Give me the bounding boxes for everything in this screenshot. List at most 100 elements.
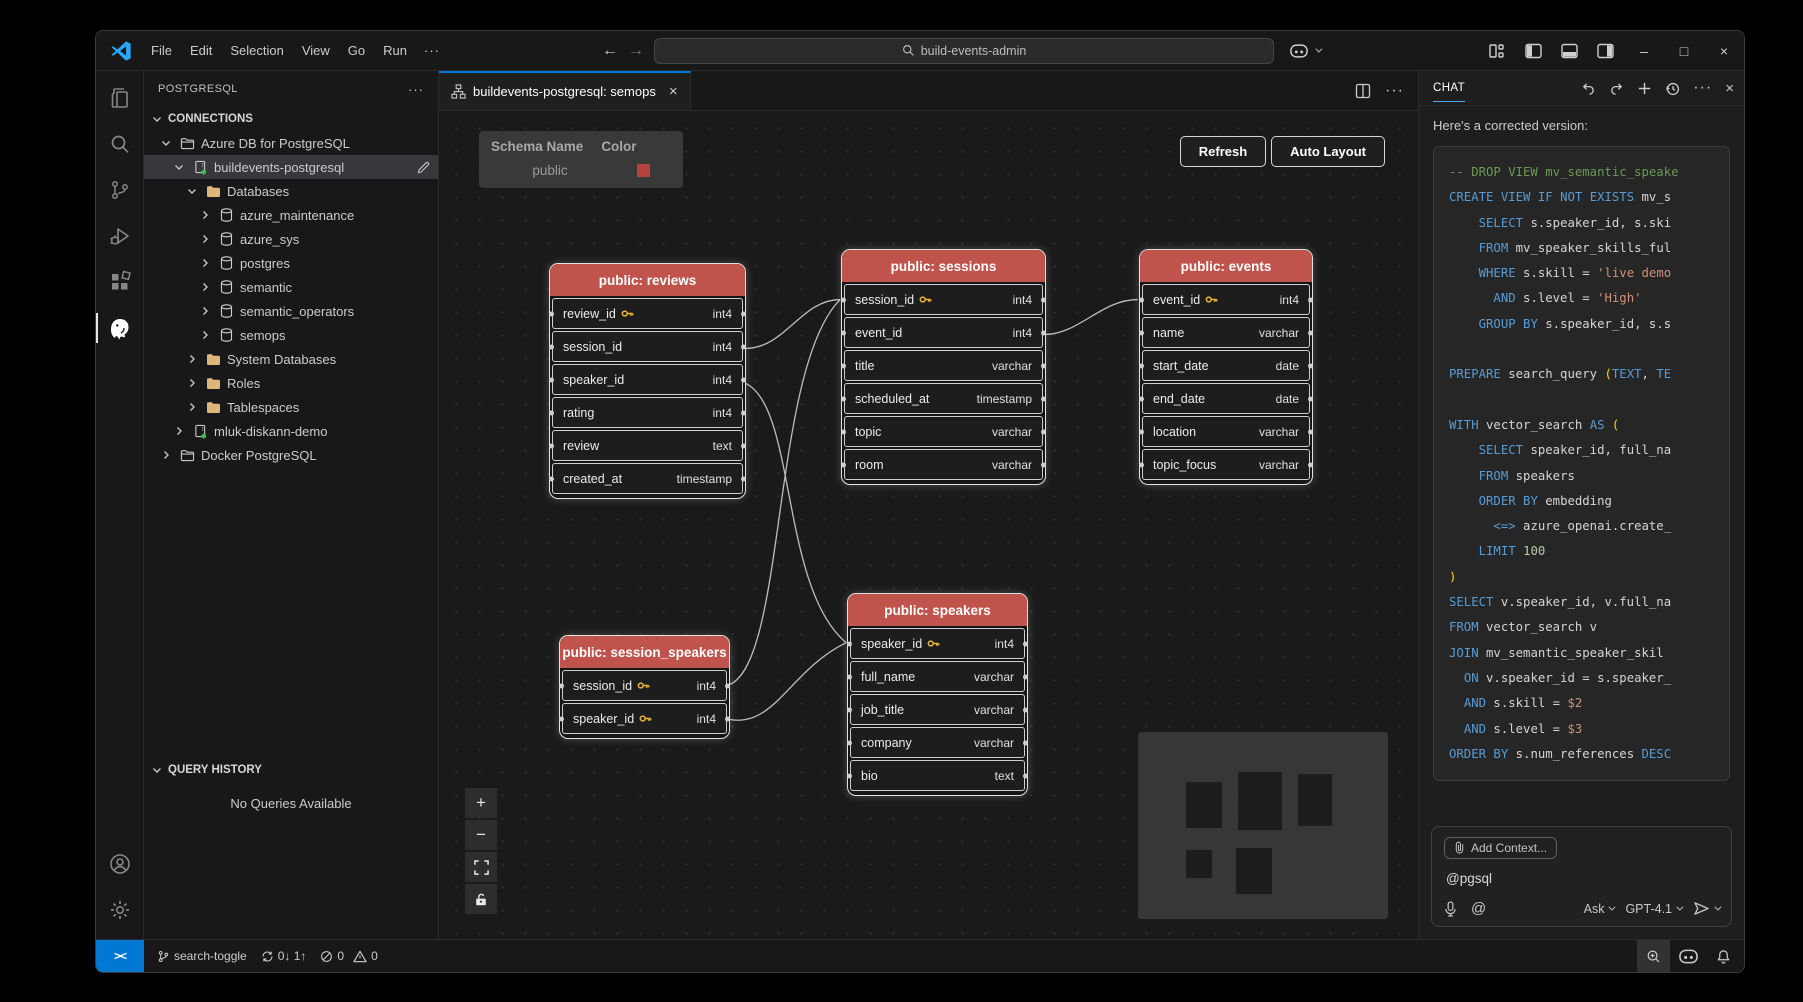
copilot-status-icon[interactable]: [1670, 940, 1707, 972]
table-field-row: session_idint4: [844, 284, 1043, 315]
diagram-table-public-speakers[interactable]: public: speakersspeaker_idint4full_namev…: [847, 593, 1028, 796]
copilot-menu-button[interactable]: [1284, 42, 1326, 60]
chat-close-icon[interactable]: ×: [1725, 80, 1734, 97]
tree-item-semantic_operators[interactable]: semantic_operators: [144, 299, 438, 323]
tree-item-buildevents-postgresql[interactable]: buildevents-postgresql: [144, 155, 438, 179]
search-view-icon[interactable]: [96, 121, 144, 167]
mention-button[interactable]: @: [1471, 900, 1486, 917]
account-icon[interactable]: [96, 841, 144, 887]
add-context-button[interactable]: Add Context...: [1444, 837, 1557, 859]
zoom-status-icon[interactable]: [1637, 940, 1670, 972]
menu-item-go[interactable]: Go: [339, 39, 374, 62]
tree-item-semops[interactable]: semops: [144, 323, 438, 347]
fit-view-button[interactable]: [465, 852, 497, 882]
git-branch-item[interactable]: search-toggle: [150, 940, 254, 972]
editor-more-actions-button[interactable]: ···: [1385, 82, 1404, 100]
tab-schema-visualization[interactable]: buildevents-postgresql: semops ×: [439, 71, 691, 110]
sidebar-more-button[interactable]: ···: [408, 82, 424, 97]
vscode-logo-icon: [110, 40, 132, 62]
tree-item-azure_maintenance[interactable]: azure_maintenance: [144, 203, 438, 227]
back-arrow-icon[interactable]: ←: [602, 42, 618, 60]
chevron-down-icon: [1609, 904, 1616, 911]
sidebar-title: POSTGRESQL ···: [144, 71, 438, 107]
table-field-row: speaker_idint4: [562, 703, 727, 734]
zoom-in-button[interactable]: +: [465, 788, 497, 818]
customize-layout-icon[interactable]: [1480, 36, 1514, 66]
postgresql-extension-icon[interactable]: [96, 305, 144, 351]
tree-item-azure_sys[interactable]: azure_sys: [144, 227, 438, 251]
field-name: speaker_id: [563, 373, 624, 387]
run-debug-icon[interactable]: [96, 213, 144, 259]
edit-pencil-icon[interactable]: [417, 161, 430, 174]
chat-prompt-text[interactable]: @pgsql: [1446, 871, 1717, 886]
diagram-table-public-session_speakers[interactable]: public: session_speakerssession_idint4sp…: [559, 635, 730, 739]
chat-more-actions-button[interactable]: ···: [1693, 79, 1712, 97]
diagram-table-public-events[interactable]: public: eventsevent_idint4namevarcharsta…: [1139, 249, 1313, 485]
menu-item-file[interactable]: File: [142, 39, 181, 62]
remote-indicator[interactable]: ><: [96, 940, 144, 972]
chat-tab[interactable]: CHAT: [1433, 74, 1465, 102]
model-picker-dropdown[interactable]: GPT-4.1: [1625, 902, 1681, 916]
close-window-button[interactable]: ×: [1704, 31, 1744, 71]
chat-panel: CHAT ··· × Here's a corrected version: -…: [1419, 71, 1744, 939]
tree-item-postgres[interactable]: postgres: [144, 251, 438, 275]
toggle-panel-icon[interactable]: [1552, 36, 1586, 66]
tree-item-Databases[interactable]: Databases: [144, 179, 438, 203]
field-name: created_at: [563, 472, 622, 486]
tab-close-icon[interactable]: ×: [669, 83, 678, 100]
schema-canvas[interactable]: Schema Name Color public Refresh Auto La…: [439, 111, 1418, 939]
diagram-table-public-reviews[interactable]: public: reviewsreview_idint4session_idin…: [549, 263, 746, 499]
auto-layout-button[interactable]: Auto Layout: [1271, 136, 1385, 167]
chat-history-icon[interactable]: [1665, 81, 1680, 96]
zoom-out-button[interactable]: −: [465, 820, 497, 850]
sync-changes-item[interactable]: 0↓ 1↑: [254, 940, 314, 972]
tree-item-Tablespaces[interactable]: Tablespaces: [144, 395, 438, 419]
database-icon: [217, 328, 235, 342]
split-editor-icon[interactable]: [1355, 83, 1371, 99]
forward-arrow-icon[interactable]: →: [628, 42, 644, 60]
notifications-bell-icon[interactable]: [1707, 940, 1740, 972]
menu-overflow-button[interactable]: ···: [416, 39, 448, 62]
tree-item-mluk-diskann-demo[interactable]: mluk-diskann-demo: [144, 419, 438, 443]
menu-item-selection[interactable]: Selection: [221, 39, 292, 62]
toggle-primary-sidebar-icon[interactable]: [1516, 36, 1550, 66]
new-chat-icon[interactable]: [1637, 81, 1652, 96]
menu-item-run[interactable]: Run: [374, 39, 416, 62]
tree-item-Docker PostgreSQL[interactable]: Docker PostgreSQL: [144, 443, 438, 467]
code-line: ORDER BY embedding: [1449, 489, 1729, 514]
chat-body: Here's a corrected version: -- DROP VIEW…: [1419, 106, 1744, 820]
tree-item-Roles[interactable]: Roles: [144, 371, 438, 395]
field-name: rating: [563, 406, 594, 420]
explorer-icon[interactable]: [96, 75, 144, 121]
diagram-minimap[interactable]: [1138, 732, 1388, 919]
field-type: varchar: [1259, 425, 1299, 439]
undo-icon[interactable]: [1581, 81, 1596, 96]
lock-toggle-button[interactable]: [465, 884, 497, 914]
connections-section-header[interactable]: CONNECTIONS: [144, 107, 438, 131]
chevron-right-icon: [172, 425, 186, 437]
tree-item-System Databases[interactable]: System Databases: [144, 347, 438, 371]
code-line: SELECT v.speaker_id, v.full_na: [1449, 590, 1729, 615]
maximize-button[interactable]: □: [1664, 31, 1704, 71]
chat-mode-dropdown[interactable]: Ask: [1584, 902, 1614, 916]
extensions-icon[interactable]: [96, 259, 144, 305]
tree-item-Azure DB for PostgreSQL[interactable]: Azure DB for PostgreSQL: [144, 131, 438, 155]
tree-item-semantic[interactable]: semantic: [144, 275, 438, 299]
source-control-icon[interactable]: [96, 167, 144, 213]
microphone-icon[interactable]: [1444, 901, 1457, 917]
minimize-button[interactable]: –: [1624, 31, 1664, 71]
chevron-right-icon: [159, 449, 173, 461]
toggle-secondary-sidebar-icon[interactable]: [1588, 36, 1622, 66]
settings-gear-icon[interactable]: [96, 887, 144, 933]
menu-item-view[interactable]: View: [293, 39, 339, 62]
chat-input-box[interactable]: Add Context... @pgsql @ Ask GPT-4.1: [1431, 826, 1732, 928]
send-button[interactable]: [1693, 901, 1719, 916]
problems-item[interactable]: 0 0: [313, 940, 384, 972]
command-center-search[interactable]: build-events-admin: [654, 38, 1274, 64]
diagram-table-public-sessions[interactable]: public: sessionssession_idint4event_idin…: [841, 249, 1046, 485]
redo-icon[interactable]: [1609, 81, 1624, 96]
refresh-button[interactable]: Refresh: [1180, 136, 1266, 167]
menu-item-edit[interactable]: Edit: [181, 39, 221, 62]
query-history-header[interactable]: QUERY HISTORY: [144, 758, 438, 782]
code-line: LIMIT 100: [1449, 539, 1729, 564]
